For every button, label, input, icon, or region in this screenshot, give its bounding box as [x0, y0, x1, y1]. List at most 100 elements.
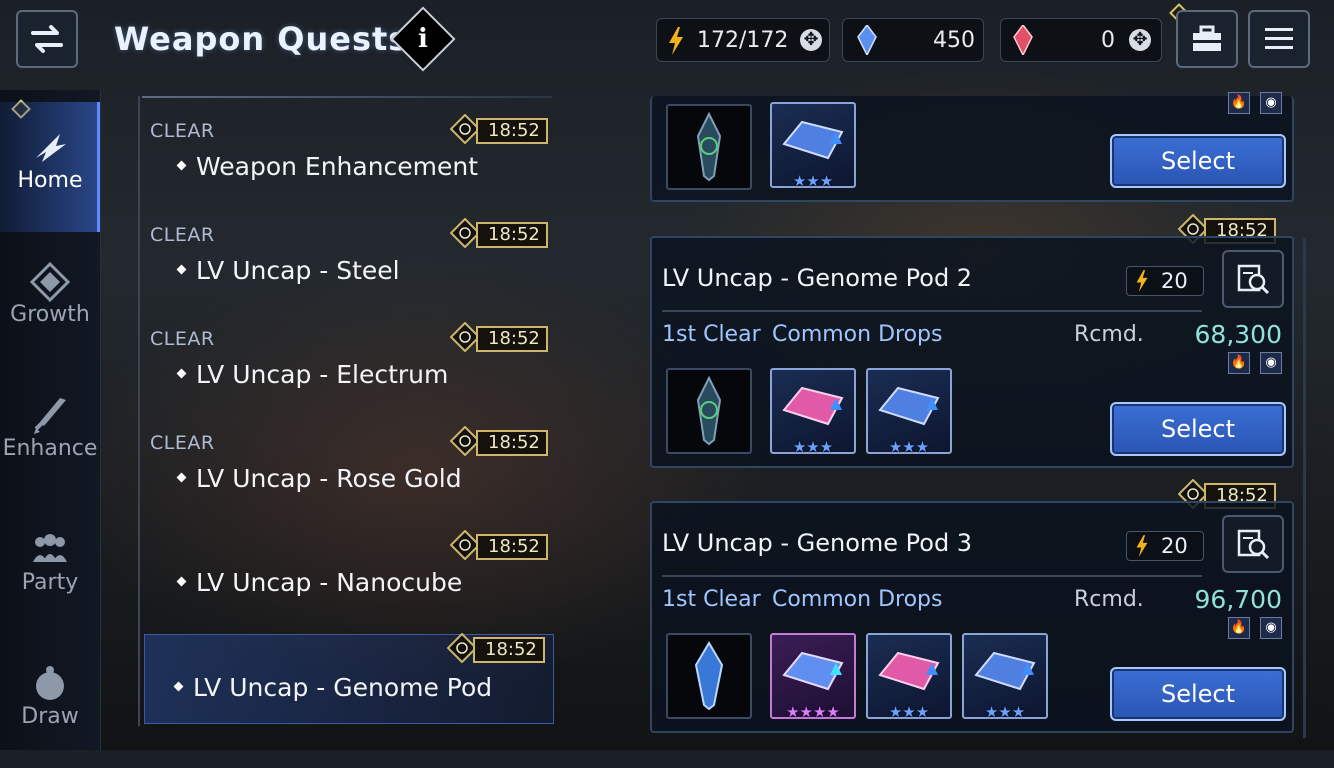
bullet-icon: [176, 576, 187, 587]
drop-item-pink-pod[interactable]: ★★★: [866, 633, 952, 721]
stamina-value: 172/172: [697, 28, 789, 53]
blue-crystal-icon: [857, 25, 877, 55]
magnify-list-icon: [1237, 529, 1270, 560]
drop-item-blue-pod[interactable]: ★★★: [866, 368, 952, 456]
red-gem-icon: [1013, 25, 1033, 55]
growth-icon: [30, 262, 70, 302]
quest-item-genome-pod[interactable]: LV Uncap - Genome Pod 18:52: [144, 633, 554, 724]
rarity-stars: ★★★★: [786, 703, 840, 721]
first-clear-tab[interactable]: 1st Clear: [662, 322, 761, 347]
drop-item-crystal[interactable]: [666, 368, 752, 454]
nav-party[interactable]: Party: [0, 504, 100, 634]
card-title: LV Uncap - Genome Pod 3: [662, 529, 973, 557]
quest-card-genome-pod-2[interactable]: LV Uncap - Genome Pod 2 20 1st Clear Com…: [650, 236, 1294, 468]
party-icon: [33, 534, 67, 562]
inventory-button[interactable]: [1176, 10, 1238, 68]
details-button[interactable]: [1222, 515, 1284, 573]
quest-name: LV Uncap - Electrum: [196, 360, 449, 389]
lightning-icon: [1136, 270, 1148, 292]
rarity-stars: ★★★: [888, 703, 930, 721]
switch-button[interactable]: [16, 10, 78, 68]
drop-item-purple-pod[interactable]: ★★★★: [770, 633, 856, 721]
lightning-icon: [1136, 535, 1148, 557]
rarity-stars: ★★★: [792, 438, 834, 456]
quest-name: LV Uncap - Genome Pod: [193, 673, 493, 702]
bullet-icon: [176, 264, 187, 275]
card-title: LV Uncap - Genome Pod 2: [662, 264, 973, 292]
quest-item-rose-gold[interactable]: CLEAR LV Uncap - Rose Gold 18:52: [144, 410, 554, 510]
recommended-value: 68,300: [1194, 320, 1282, 349]
blue-genome-pod-icon: [878, 386, 940, 426]
crystal-counter: 450: [842, 18, 984, 62]
switch-arrows-icon: [31, 25, 63, 53]
fire-element-icon: 🔥: [1228, 352, 1250, 374]
gem-counter: 0 ✥: [1000, 18, 1162, 62]
target-element-icon: ◉: [1260, 617, 1282, 639]
purple-genome-pod-icon: [782, 651, 844, 691]
bullet-icon: [176, 160, 187, 171]
nav-enhance-label: Enhance: [2, 436, 98, 461]
details-button[interactable]: [1222, 250, 1284, 308]
nav-growth[interactable]: Growth: [0, 236, 100, 366]
quest-item-steel[interactable]: CLEAR LV Uncap - Steel 18:52: [144, 202, 554, 302]
info-button[interactable]: i: [390, 6, 456, 72]
add-stamina-icon[interactable]: ✥: [800, 29, 822, 51]
select-button[interactable]: Select: [1110, 134, 1286, 188]
first-clear-tab[interactable]: 1st Clear: [662, 587, 761, 612]
nav-enhance[interactable]: Enhance: [0, 370, 100, 500]
bullet-icon: [173, 681, 184, 692]
menu-button[interactable]: [1248, 10, 1310, 68]
clear-label: CLEAR: [150, 328, 215, 350]
blue-genome-pod-icon: [782, 120, 844, 160]
divider: [662, 310, 1202, 312]
fire-element-icon: 🔥: [1228, 92, 1250, 114]
stamina-cost-value: 20: [1161, 534, 1188, 558]
target-element-icon: ◉: [1260, 92, 1282, 114]
timer-value: 18:52: [476, 118, 548, 144]
timer-value: 18:52: [476, 430, 548, 456]
lightning-icon: [669, 27, 683, 55]
moogle-icon: [36, 666, 64, 700]
drop-item-crystal[interactable]: [666, 104, 752, 190]
stamina-cost: 20: [1126, 266, 1204, 296]
timer-value: 18:52: [476, 222, 548, 248]
quest-card-genome-pod-3[interactable]: LV Uncap - Genome Pod 3 20 1st Clear Com…: [650, 501, 1294, 733]
quest-name: LV Uncap - Rose Gold: [196, 464, 462, 493]
blue-genome-pod-icon: [974, 651, 1036, 691]
common-drops-tab[interactable]: Common Drops: [772, 322, 942, 347]
quest-name: LV Uncap - Nanocube: [196, 568, 463, 597]
timer-value: 18:52: [476, 534, 548, 560]
drop-item-pink-pod[interactable]: ★★★: [770, 368, 856, 456]
scrollbar[interactable]: [1303, 238, 1306, 738]
briefcase-icon: [1193, 25, 1221, 51]
quest-item-weapon-enhancement[interactable]: CLEAR Weapon Enhancement 18:52: [144, 98, 554, 198]
divider: [662, 575, 1202, 577]
side-nav: Home Growth Enhance Party Draw: [0, 90, 101, 750]
pink-genome-pod-icon: [878, 651, 940, 691]
drop-item-blue-crystal[interactable]: [666, 633, 752, 719]
drop-item-blue-pod[interactable]: ★★★: [962, 633, 1048, 721]
select-button[interactable]: Select: [1110, 667, 1286, 721]
nav-home[interactable]: Home: [0, 102, 100, 232]
crystal-shard-icon: [696, 111, 722, 182]
blue-crystal-shard-icon: [694, 641, 724, 711]
nav-draw[interactable]: Draw: [0, 638, 100, 768]
common-drops-tab[interactable]: Common Drops: [772, 587, 942, 612]
clear-label: CLEAR: [150, 120, 215, 142]
pink-genome-pod-icon: [782, 386, 844, 426]
nav-home-label: Home: [17, 168, 83, 193]
timer-value: 18:52: [476, 326, 548, 352]
clear-label: CLEAR: [150, 224, 215, 246]
clear-label: CLEAR: [150, 432, 215, 454]
select-button[interactable]: Select: [1110, 402, 1286, 456]
crystal-value: 450: [933, 28, 975, 53]
bullet-icon: [176, 472, 187, 483]
drop-item-blue-pod[interactable]: ★★★: [770, 102, 856, 190]
quest-item-nanocube[interactable]: LV Uncap - Nanocube 18:52: [144, 514, 554, 614]
crystal-shard-icon: [696, 375, 722, 446]
quest-item-electrum[interactable]: CLEAR LV Uncap - Electrum 18:52: [144, 306, 554, 406]
rarity-stars: ★★★: [792, 172, 834, 190]
recommended-label: Rcmd.: [1074, 587, 1144, 612]
add-gem-icon[interactable]: ✥: [1129, 29, 1151, 51]
gem-value: 0: [1101, 28, 1115, 53]
